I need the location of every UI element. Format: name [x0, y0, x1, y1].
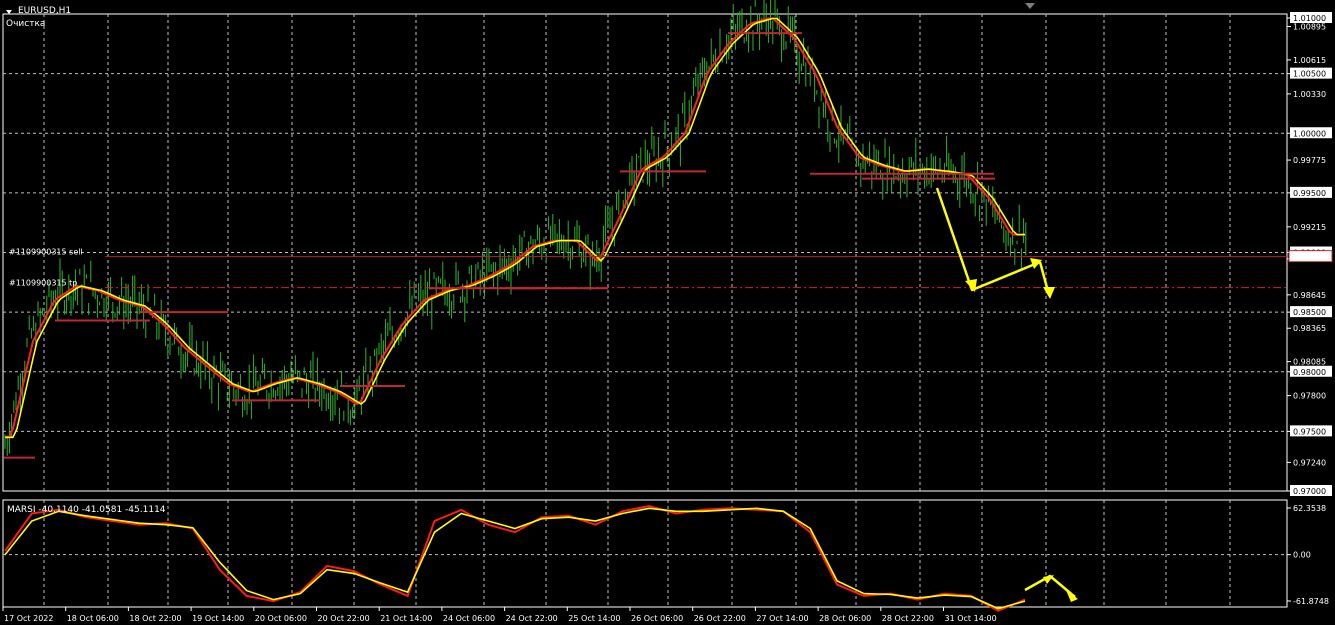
price-axis-label: 1.00615: [1293, 56, 1326, 65]
price-axis-label: 0.99500: [1293, 189, 1326, 198]
take-profit-label: #1109900315 tp: [9, 279, 77, 288]
price-axis-label: 0.98000: [1293, 368, 1326, 377]
price-axis-label: 0.97240: [1293, 458, 1326, 467]
moving-average-red: [5, 17, 1025, 439]
indicator-axis-label: 0.00: [1293, 551, 1311, 560]
price-bars: [4, 0, 1027, 456]
time-axis-label: 31 Oct 14:00: [945, 614, 997, 623]
chart-menu-icon[interactable]: [6, 10, 12, 14]
time-axis-label: 27 Oct 14:00: [756, 614, 808, 623]
price-axis-label: 0.98645: [1293, 291, 1326, 300]
price-axis-label: 0.99215: [1293, 223, 1326, 232]
time-axis-label: 26 Oct 22:00: [694, 614, 746, 623]
current-price-tag: [1288, 250, 1333, 263]
chart-canvas[interactable]: #1109900315 sell#1109900315 tp1.010001.0…: [0, 0, 1335, 625]
time-axis-label: 21 Oct 14:00: [380, 614, 432, 623]
arrow-head-icon: [1043, 287, 1055, 299]
price-axis-label: 1.00330: [1293, 90, 1326, 99]
time-axis-label: 20 Oct 06:00: [255, 614, 307, 623]
time-axis-label: 28 Oct 06:00: [819, 614, 871, 623]
chart-comment: Очистка: [6, 19, 46, 29]
price-axis-label: 0.97000: [1293, 487, 1326, 496]
time-axis-label: 25 Oct 14:00: [568, 614, 620, 623]
price-axis-label: 1.00500: [1293, 70, 1326, 79]
time-axis-label: 24 Oct 06:00: [443, 614, 495, 623]
indicator-axis-label: 62.3538: [1293, 504, 1326, 513]
time-axis-label: 18 Oct 06:00: [67, 614, 119, 623]
wave-annotation: [935, 187, 1041, 292]
time-axis-label: 26 Oct 06:00: [631, 614, 683, 623]
chart-symbol-title: EURUSD,H1: [18, 6, 72, 16]
price-axis-label: 1.00895: [1293, 23, 1326, 32]
time-axis-label: 28 Oct 22:00: [882, 614, 934, 623]
indicator-frame: [2, 499, 1288, 608]
time-axis-label: 19 Oct 14:00: [192, 614, 244, 623]
indicator-axis-label: -61.8748: [1293, 597, 1329, 606]
price-axis-label: 0.97800: [1293, 392, 1326, 401]
moving-average-yellow: [5, 17, 1025, 439]
price-axis-label: 1.00000: [1293, 129, 1326, 138]
price-axis-label: 0.98085: [1293, 358, 1326, 367]
sell-order-label: #1109900315 sell: [9, 248, 83, 257]
time-axis-label: 20 Oct 22:00: [318, 614, 370, 623]
time-axis-label: 17 Oct 2022: [4, 614, 53, 623]
price-axis-label: 0.98365: [1293, 324, 1326, 333]
price-axis-label: 0.99775: [1293, 156, 1326, 165]
indicator-line-red: [4, 504, 1026, 612]
arrow-head-icon: [1066, 590, 1078, 602]
price-axis-label: 0.97500: [1293, 427, 1326, 436]
time-axis-label: 24 Oct 22:00: [506, 614, 558, 623]
indicator-label: MARSI -40.1140 -41.0581 -45.1114: [7, 505, 166, 515]
chart-shift-marker-icon[interactable]: [1025, 3, 1035, 9]
time-axis-label: 18 Oct 22:00: [129, 614, 181, 623]
price-axis-label: 0.98500: [1293, 308, 1326, 317]
